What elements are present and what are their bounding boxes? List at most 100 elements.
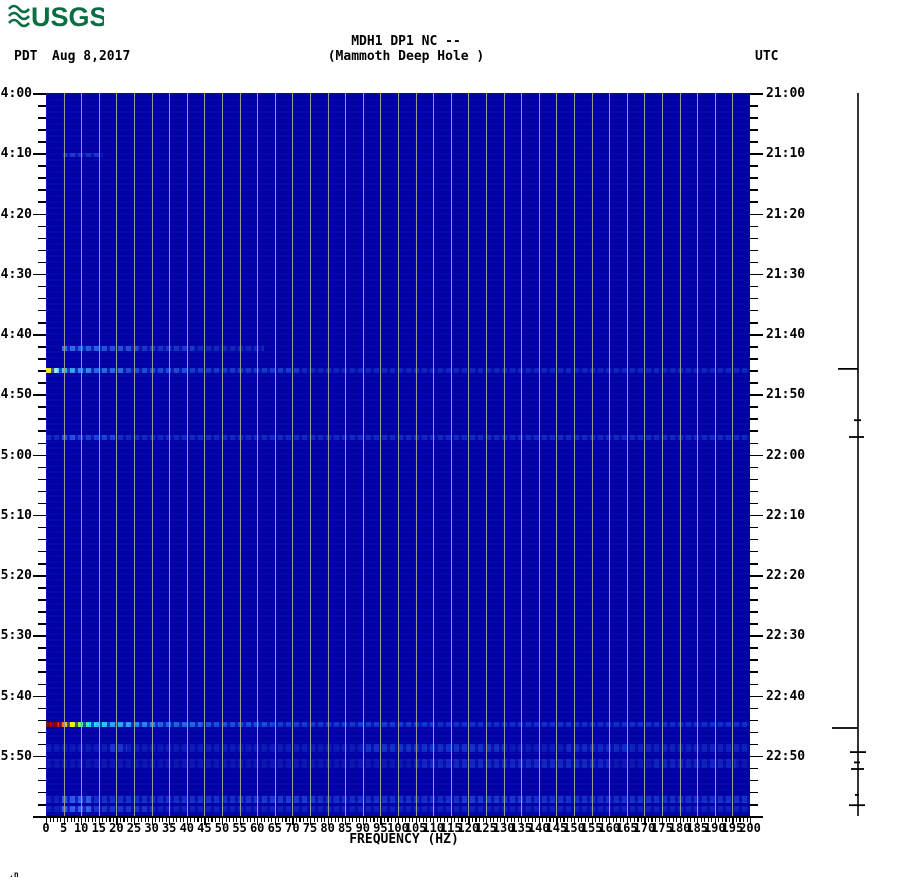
time-tick-left [33, 153, 46, 155]
time-tick-left [33, 394, 46, 396]
frequency-gridline [151, 93, 153, 816]
time-tick-left [38, 502, 46, 505]
time-tick-right [750, 370, 758, 372]
frequency-gridline [239, 93, 241, 816]
time-label-right: 21:00 [766, 86, 806, 101]
time-tick-left [38, 779, 46, 782]
frequency-gridline [697, 93, 699, 816]
frequency-gridline [327, 93, 329, 816]
frequency-gridline [415, 93, 417, 816]
frequency-tick-label: 20 [109, 821, 124, 835]
time-label-left: 15:50 [0, 748, 32, 764]
frequency-gridline [609, 93, 611, 816]
time-tick-left [38, 165, 46, 167]
time-tick-left [38, 309, 46, 312]
time-tick-right [750, 454, 763, 456]
frequency-gridline [169, 93, 171, 816]
frequency-tick-label: 5 [59, 821, 68, 835]
frequency-gridline [257, 93, 259, 816]
time-tick-left [38, 370, 46, 372]
time-tick-left [38, 322, 46, 324]
frequency-tick-label: 55 [232, 821, 247, 835]
time-label-left: 15:40 [0, 688, 32, 704]
time-tick-right [750, 418, 758, 420]
time-tick-right [750, 743, 758, 746]
frequency-gridline [450, 93, 452, 816]
time-label-left: 14:40 [0, 327, 32, 342]
frequency-tick-label: 30 [144, 821, 159, 835]
time-tick-left [38, 804, 46, 806]
time-tick-right [750, 683, 758, 685]
time-tick-left [38, 418, 46, 420]
time-label-left: 14:20 [0, 206, 32, 222]
time-tick-right [750, 261, 758, 264]
time-label-left: 14:30 [0, 266, 32, 282]
frequency-gridline [468, 93, 470, 816]
time-tick-left [38, 225, 46, 228]
time-tick-right [750, 707, 758, 710]
time-tick-right [750, 105, 758, 107]
time-label-right: 22:30 [766, 628, 806, 644]
time-tick-right [750, 141, 758, 143]
time-label-left: 14:00 [0, 86, 32, 101]
date-label: Aug 8,2017 [52, 49, 131, 64]
time-tick-right [750, 659, 758, 661]
usgs-logo-text: USGS [31, 2, 104, 30]
time-tick-right [750, 719, 758, 722]
time-label-left: 15:20 [0, 568, 32, 583]
time-label-right: 22:20 [766, 568, 806, 583]
time-tick-left [38, 466, 46, 469]
time-tick-right [750, 490, 758, 493]
usgs-logo: USGS [8, 2, 108, 32]
frequency-gridline [679, 93, 681, 816]
time-tick-left [38, 382, 46, 384]
frequency-tick-label: 60 [249, 821, 265, 835]
frequency-gridline [398, 93, 399, 816]
time-tick-right [750, 538, 758, 541]
time-tick-left [38, 791, 46, 794]
time-label-left: 15:30 [0, 628, 32, 644]
time-tick-left [38, 297, 46, 300]
time-tick-right [750, 767, 758, 770]
time-tick-right [750, 189, 758, 191]
time-tick-right [750, 731, 758, 734]
time-tick-right [750, 153, 763, 155]
frequency-axis-title: FREQUENCY (HZ) [349, 832, 459, 847]
time-tick-left [38, 550, 46, 553]
time-tick-right [750, 623, 758, 625]
frequency-tick-label: 25 [126, 821, 142, 835]
time-tick-right [750, 695, 763, 697]
timezone-right-label: UTC [755, 49, 779, 64]
time-tick-left [33, 454, 46, 456]
frequency-gridline [521, 93, 523, 816]
frequency-gridline [714, 93, 716, 816]
frequency-tick-label: 45 [197, 821, 212, 835]
time-tick-right [750, 755, 763, 758]
frequency-tick-label: 50 [214, 821, 230, 835]
time-tick-right [750, 225, 758, 228]
time-tick-right [750, 563, 758, 565]
frequency-tick-label: 75 [302, 821, 318, 835]
time-label-left: 15:00 [0, 447, 32, 463]
time-tick-left [33, 635, 46, 637]
frequency-gridline [310, 93, 311, 816]
time-label-right: 22:40 [766, 688, 806, 704]
time-tick-right [750, 334, 763, 336]
time-tick-right [750, 791, 758, 794]
time-tick-left [38, 478, 46, 481]
time-label-right: 22:10 [766, 507, 806, 523]
frequency-gridline [362, 93, 364, 816]
time-label-right: 22:50 [766, 748, 806, 764]
time-tick-right [750, 502, 758, 505]
time-tick-left [33, 755, 46, 758]
frequency-axis-line [45, 816, 751, 818]
time-tick-right [750, 165, 758, 167]
time-tick-right [750, 249, 758, 252]
time-tick-right [750, 346, 758, 348]
time-tick-left [38, 719, 46, 722]
time-tick-left [38, 189, 46, 191]
time-tick-right [750, 635, 763, 637]
frequency-tick-label: 200 [739, 821, 761, 835]
time-label-right: 21:10 [766, 146, 806, 162]
frequency-gridline [732, 93, 734, 816]
